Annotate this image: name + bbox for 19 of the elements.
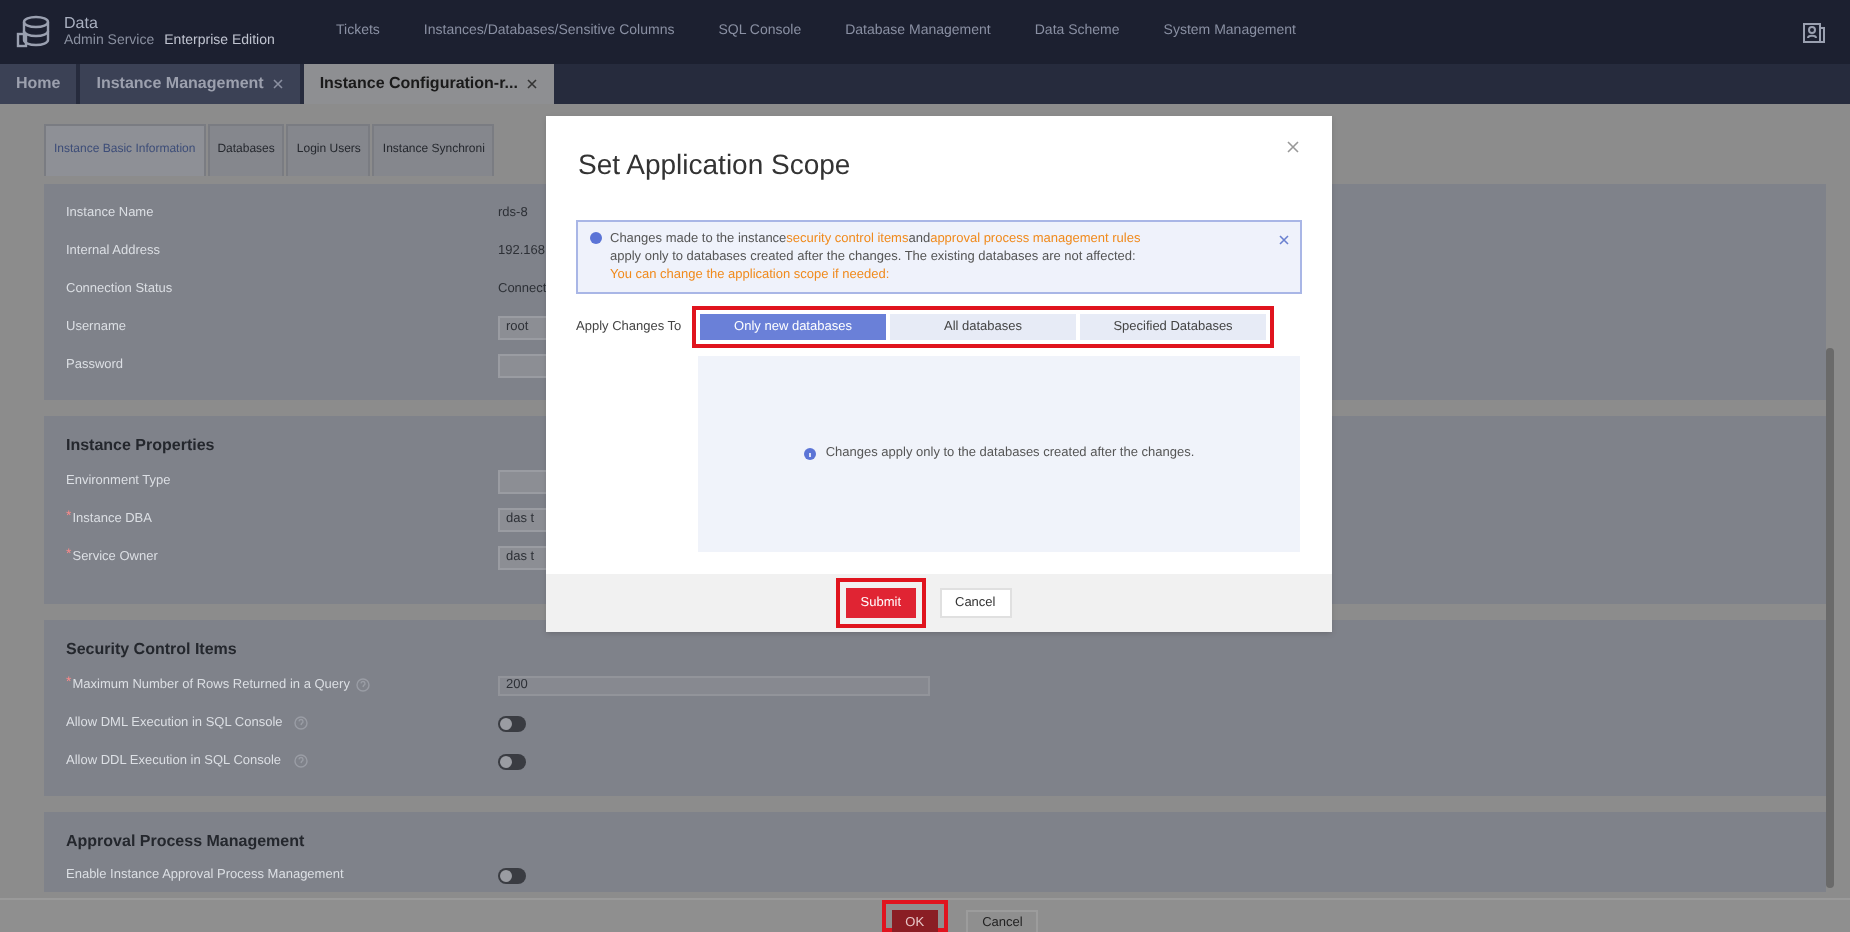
section-heading: Security Control Items [66, 638, 237, 662]
info-icon [590, 232, 602, 244]
user-icon[interactable] [1802, 20, 1826, 44]
scrollbar[interactable] [1826, 348, 1834, 888]
close-icon[interactable] [525, 78, 538, 90]
page-tab[interactable]: Instance Management [80, 64, 300, 104]
page-tab[interactable]: Home [0, 64, 77, 104]
close-icon[interactable] [1286, 140, 1300, 154]
page-tab[interactable]: Instance Configuration-r... [303, 64, 554, 104]
dialog-title: Set Application Scope [578, 146, 851, 184]
toggle-switch[interactable] [498, 715, 526, 731]
close-icon[interactable] [271, 78, 284, 90]
close-icon[interactable] [1278, 234, 1290, 246]
toggle-switch[interactable] [498, 753, 526, 769]
info-icon [803, 448, 816, 460]
section-heading: Approval Process Management [66, 830, 305, 854]
section-heading: Instance Properties [66, 434, 215, 458]
toggle-switch[interactable] [498, 867, 526, 883]
app-title: Data [64, 14, 100, 32]
